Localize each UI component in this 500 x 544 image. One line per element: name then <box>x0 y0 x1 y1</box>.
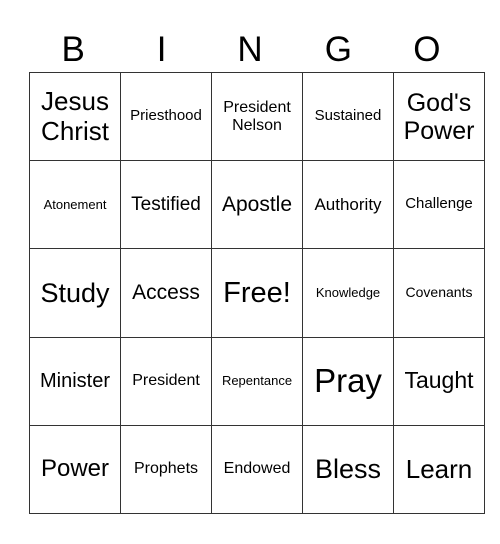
header-letter-g: G <box>324 30 353 69</box>
bingo-card: Jesus Christ Priesthood President Nelson… <box>29 71 485 515</box>
card-row: Minister President Repentance Pray Taugh… <box>29 336 485 426</box>
card-cell[interactable]: Sustained <box>302 71 394 162</box>
card-cell[interactable]: Study <box>29 248 121 338</box>
card-cell[interactable]: Priesthood <box>120 71 212 162</box>
card-cell[interactable]: Prophets <box>120 424 212 515</box>
card-cell[interactable]: Challenge <box>393 160 485 250</box>
card-cell[interactable]: President Nelson <box>211 71 303 162</box>
free-space[interactable]: Free! <box>211 248 303 338</box>
card-cell[interactable]: Bless <box>302 424 394 515</box>
card-cell[interactable]: Authority <box>302 160 394 250</box>
card-row: Study Access Free! Knowledge Covenants <box>29 248 485 338</box>
card-cell[interactable]: Taught <box>393 336 485 426</box>
card-cell[interactable]: Pray <box>302 336 394 426</box>
card-cell[interactable]: Apostle <box>211 160 303 250</box>
card-cell[interactable]: Power <box>29 424 121 515</box>
card-cell[interactable]: Endowed <box>211 424 303 515</box>
card-row: Jesus Christ Priesthood President Nelson… <box>29 71 485 162</box>
bingo-header: B I N G O <box>29 28 471 72</box>
card-cell[interactable]: Knowledge <box>302 248 394 338</box>
card-cell[interactable]: Atonement <box>29 160 121 250</box>
card-cell[interactable]: God's Power <box>393 71 485 162</box>
card-cell[interactable]: Learn <box>393 424 485 515</box>
header-letter-n: N <box>237 30 263 69</box>
card-cell[interactable]: Covenants <box>393 248 485 338</box>
card-cell[interactable]: President <box>120 336 212 426</box>
card-row: Atonement Testified Apostle Authority Ch… <box>29 160 485 250</box>
card-row: Power Prophets Endowed Bless Learn <box>29 424 485 515</box>
header-letter-i: I <box>156 30 167 69</box>
header-letter-b: B <box>61 30 85 69</box>
card-cell[interactable]: Repentance <box>211 336 303 426</box>
header-letter-o: O <box>413 30 441 69</box>
card-cell[interactable]: Minister <box>29 336 121 426</box>
card-cell[interactable]: Access <box>120 248 212 338</box>
card-cell[interactable]: Jesus Christ <box>29 71 121 162</box>
card-cell[interactable]: Testified <box>120 160 212 250</box>
